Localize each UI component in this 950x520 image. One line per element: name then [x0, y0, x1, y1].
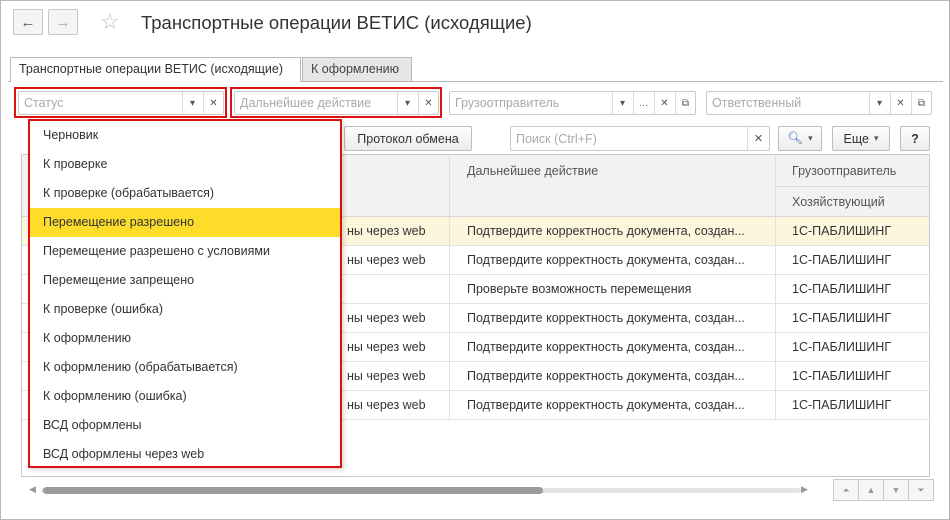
column-divider [449, 217, 450, 245]
chevron-down-icon: ▾ [873, 133, 879, 143]
column-divider [449, 362, 450, 390]
more-label: Еще [843, 131, 869, 146]
more-button[interactable]: Еще ▾ [832, 126, 890, 151]
help-button[interactable]: ? [900, 126, 930, 151]
column-divider [775, 362, 776, 390]
first-page-icon[interactable]: ⏶ [833, 479, 859, 501]
search-icon: 🔍︎ [787, 131, 804, 145]
arrow-left-icon: ← [20, 13, 36, 31]
header-sub-divider [775, 186, 929, 187]
status-option[interactable]: Перемещение разрешено с условиями [30, 237, 340, 266]
arrow-right-icon: → [55, 13, 71, 31]
column-next-action[interactable]: Дальнейшее действие [467, 164, 598, 178]
column-shipper-sub[interactable]: Хозяйствующий [792, 195, 885, 209]
search-placeholder: Поиск (Ctrl+F) [516, 132, 597, 146]
open-icon[interactable]: ⧉ [911, 92, 931, 114]
row-action: Проверьте возможность перемещения [467, 282, 692, 296]
clear-icon[interactable]: ✕ [747, 127, 769, 150]
row-status: ны через web [347, 369, 426, 383]
status-option[interactable]: К оформлению (обрабатывается) [30, 353, 340, 382]
column-divider [775, 246, 776, 274]
row-shipper: 1С-ПАБЛИШИНГ [792, 282, 892, 296]
scrollbar-thumb[interactable] [43, 487, 543, 494]
next-page-icon[interactable]: ▼ [883, 479, 909, 501]
status-option[interactable]: Перемещение запрещено [30, 266, 340, 295]
row-action: Подтвердите корректность документа, созд… [467, 224, 745, 238]
row-status: ны через web [347, 311, 426, 325]
clear-icon[interactable]: ✕ [654, 92, 674, 114]
horizontal-scrollbar[interactable]: ◀ ▶ [21, 482, 821, 498]
column-divider [449, 391, 450, 419]
status-dropdown[interactable]: Черновик К проверке К проверке (обрабаты… [28, 119, 342, 468]
exchange-protocol-button[interactable]: Протокол обмена [344, 126, 472, 151]
column-shipper[interactable]: Грузоотправитель [792, 164, 896, 178]
search-input[interactable]: Поиск (Ctrl+F) ✕ [510, 126, 770, 151]
column-divider [775, 275, 776, 303]
row-status: ны через web [347, 224, 426, 238]
favorite-star-icon[interactable]: ☆ [100, 9, 120, 35]
title-bar: ← → ☆ Транспортные операции ВЕТИС (исход… [1, 1, 949, 45]
row-shipper: 1С-ПАБЛИШИНГ [792, 224, 892, 238]
column-divider [449, 333, 450, 361]
prev-page-icon[interactable]: ▲ [858, 479, 884, 501]
row-action: Подтвердите корректность документа, созд… [467, 340, 745, 354]
chevron-down-icon: ▾ [808, 133, 813, 143]
status-option[interactable]: К проверке [30, 150, 340, 179]
column-divider [449, 275, 450, 303]
column-divider [775, 217, 776, 245]
scroll-left-icon[interactable]: ◀ [29, 484, 36, 495]
row-shipper: 1С-ПАБЛИШИНГ [792, 311, 892, 325]
shipper-filter-placeholder: Грузоотправитель [455, 96, 560, 110]
status-option[interactable]: Черновик [30, 121, 340, 150]
forward-button[interactable]: → [48, 9, 78, 35]
list-navigation: ⏶ ▲ ▼ ⏷ [833, 479, 934, 501]
clear-icon[interactable]: ✕ [890, 92, 910, 114]
row-action: Подтвердите корректность документа, созд… [467, 311, 745, 325]
responsible-filter[interactable]: Ответственный ▾ ✕ ⧉ [706, 91, 932, 115]
status-option-selected[interactable]: Перемещение разрешено [30, 208, 340, 237]
status-filter-highlight [14, 87, 227, 118]
tab-outgoing[interactable]: Транспортные операции ВЕТИС (исходящие) [10, 57, 301, 82]
ellipsis-icon[interactable]: … [633, 92, 653, 114]
open-icon[interactable]: ⧉ [675, 92, 695, 114]
shipper-filter[interactable]: Грузоотправитель ▾ … ✕ ⧉ [449, 91, 696, 115]
responsible-filter-placeholder: Ответственный [712, 96, 802, 110]
row-action: Подтвердите корректность документа, созд… [467, 369, 745, 383]
column-divider [775, 304, 776, 332]
search-button[interactable]: 🔍︎ ▾ [778, 126, 822, 151]
row-status: ны через web [347, 340, 426, 354]
row-shipper: 1С-ПАБЛИШИНГ [792, 253, 892, 267]
last-page-icon[interactable]: ⏷ [908, 479, 934, 501]
column-divider [449, 246, 450, 274]
chevron-down-icon[interactable]: ▾ [869, 92, 889, 114]
scroll-right-icon[interactable]: ▶ [801, 484, 808, 495]
column-divider [775, 333, 776, 361]
app-window: ← → ☆ Транспортные операции ВЕТИС (исход… [0, 0, 950, 520]
status-option[interactable]: К проверке (ошибка) [30, 295, 340, 324]
next-action-filter-highlight [230, 87, 442, 118]
status-option[interactable]: К оформлению [30, 324, 340, 353]
column-divider [449, 155, 450, 217]
page-title: Транспортные операции ВЕТИС (исходящие) [141, 12, 532, 33]
status-option[interactable]: К проверке (обрабатывается) [30, 179, 340, 208]
row-shipper: 1С-ПАБЛИШИНГ [792, 340, 892, 354]
column-divider [775, 391, 776, 419]
status-option[interactable]: К оформлению (ошибка) [30, 382, 340, 411]
row-status: ны через web [347, 398, 426, 412]
tab-to-register[interactable]: К оформлению [302, 57, 412, 81]
status-option[interactable]: ВСД оформлены [30, 411, 340, 440]
back-button[interactable]: ← [13, 9, 43, 35]
column-divider [775, 155, 776, 217]
row-shipper: 1С-ПАБЛИШИНГ [792, 369, 892, 383]
row-action: Подтвердите корректность документа, созд… [467, 253, 745, 267]
row-shipper: 1С-ПАБЛИШИНГ [792, 398, 892, 412]
status-option[interactable]: ВСД оформлены через web [30, 440, 340, 469]
column-divider [449, 304, 450, 332]
row-status: ны через web [347, 253, 426, 267]
chevron-down-icon[interactable]: ▾ [612, 92, 632, 114]
row-action: Подтвердите корректность документа, созд… [467, 398, 745, 412]
